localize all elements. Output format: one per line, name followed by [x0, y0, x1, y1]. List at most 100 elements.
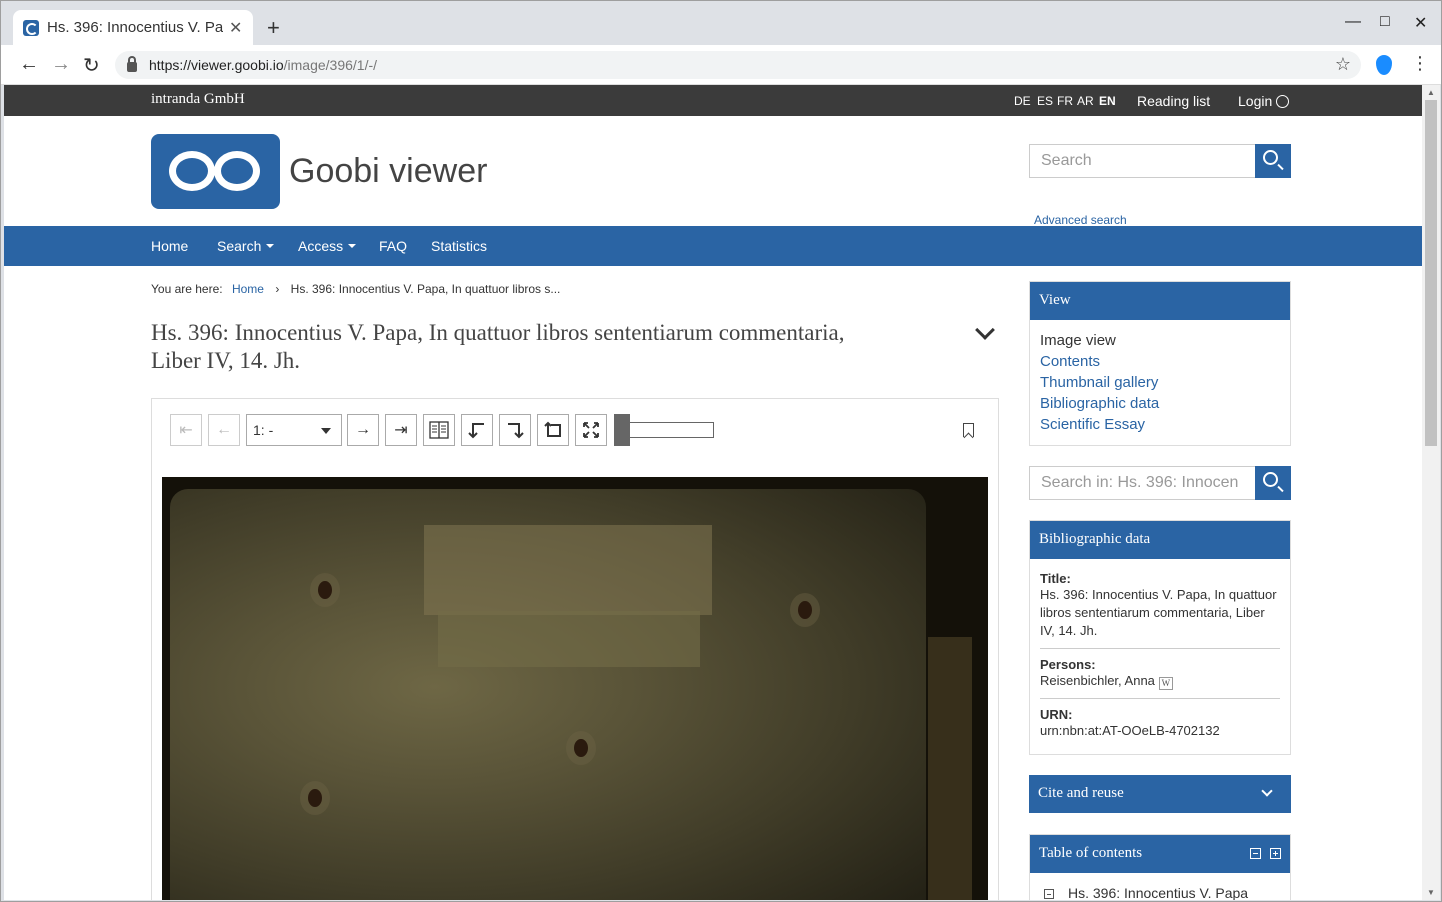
- nav-statistics[interactable]: Statistics: [431, 238, 487, 254]
- extension-icon[interactable]: [1376, 55, 1392, 75]
- cover-label-lower: [438, 611, 700, 667]
- company-name: intranda GmbH: [151, 91, 245, 107]
- first-page-button[interactable]: ⇤: [170, 414, 202, 446]
- forward-icon[interactable]: →: [51, 53, 71, 76]
- bibliographic-widget-heading: Bibliographic data: [1030, 521, 1290, 559]
- bookmark-star-icon[interactable]: ☆: [1335, 54, 1351, 75]
- tab-close-icon[interactable]: ✕: [229, 18, 242, 38]
- next-page-button[interactable]: →: [347, 414, 379, 446]
- image-viewer: ⇤ ← 1: - → ⇥: [151, 398, 999, 900]
- lang-de[interactable]: DE: [1014, 94, 1031, 108]
- nav-faq[interactable]: FAQ: [379, 238, 407, 254]
- chevron-down-icon: [1261, 785, 1273, 797]
- address-bar[interactable]: https://viewer.goobi.io/image/396/1/-/ ☆: [115, 51, 1361, 79]
- maximize-icon[interactable]: □: [1380, 13, 1390, 31]
- login-link[interactable]: Login: [1238, 93, 1290, 109]
- logo-ring-right-icon: [214, 151, 260, 191]
- view-essay-link[interactable]: Scientific Essay: [1040, 414, 1280, 435]
- cover-label-upper: [424, 525, 712, 615]
- new-tab-button[interactable]: +: [267, 15, 280, 41]
- previous-page-button[interactable]: ←: [208, 414, 240, 446]
- breadcrumb-separator: ›: [275, 282, 280, 296]
- lang-en[interactable]: EN: [1099, 94, 1116, 108]
- scroll-down-icon[interactable]: ▼: [1427, 888, 1435, 897]
- main-navigation: Home Search Access FAQ Statistics: [4, 226, 1422, 266]
- search-in-document-input[interactable]: Search in: Hs. 396: Innocen: [1029, 466, 1256, 500]
- nav-home[interactable]: Home: [151, 238, 188, 254]
- divider: [1040, 648, 1280, 649]
- advanced-search-link[interactable]: Advanced search: [1034, 213, 1127, 227]
- nav-search-label: Search: [217, 238, 262, 254]
- cite-widget-title: Cite and reuse: [1038, 785, 1124, 801]
- page-scrollbar[interactable]: ▲ ▼: [1422, 85, 1440, 900]
- expand-all-icon[interactable]: [1270, 848, 1281, 859]
- boss-hole: [318, 581, 332, 599]
- close-window-icon[interactable]: ✕: [1414, 13, 1427, 33]
- lang-es[interactable]: ES: [1037, 94, 1053, 108]
- rotate-right-button[interactable]: [499, 414, 531, 446]
- spine-strip: [928, 637, 972, 900]
- cite-widget[interactable]: Cite and reuse: [1029, 775, 1291, 814]
- collapse-icon[interactable]: [1044, 889, 1054, 899]
- site-header: Goobi viewer Search Advanced search: [4, 116, 1422, 227]
- view-bibliographic-link[interactable]: Bibliographic data: [1040, 393, 1280, 414]
- chevron-down-icon[interactable]: [975, 320, 995, 340]
- wikipedia-icon[interactable]: W: [1158, 677, 1173, 690]
- search-button[interactable]: [1255, 144, 1291, 178]
- reload-icon[interactable]: ↻: [83, 53, 100, 78]
- scroll-up-icon[interactable]: ▲: [1427, 88, 1435, 97]
- rotate-left-button[interactable]: [461, 414, 493, 446]
- toc-widget-title: Table of contents: [1039, 845, 1143, 861]
- double-page-button[interactable]: [423, 414, 455, 446]
- bookmark-icon[interactable]: [963, 423, 974, 437]
- breadcrumb-current: Hs. 396: Innocentius V. Papa, In quattuo…: [290, 282, 561, 296]
- page-select[interactable]: 1: -: [246, 414, 342, 446]
- breadcrumb-prefix: You are here:: [151, 282, 223, 296]
- lang-ar[interactable]: AR: [1077, 94, 1094, 108]
- view-contents-link[interactable]: Contents: [1040, 351, 1280, 372]
- tab-title: Hs. 396: Innocentius V. Pa: [47, 19, 223, 36]
- search-icon: [1263, 150, 1278, 165]
- rotate-left-icon: [468, 423, 484, 439]
- goobi-logo[interactable]: [151, 134, 280, 209]
- nav-access[interactable]: Access: [298, 238, 357, 254]
- tab-strip: Hs. 396: Innocentius V. Pa ✕ + — □ ✕: [1, 1, 1441, 45]
- boss-hole: [798, 601, 812, 619]
- nav-search[interactable]: Search: [217, 238, 275, 254]
- breadcrumb-home[interactable]: Home: [232, 282, 264, 296]
- view-thumbnails-link[interactable]: Thumbnail gallery: [1040, 372, 1280, 393]
- lang-fr[interactable]: FR: [1057, 94, 1073, 108]
- last-page-button[interactable]: ⇥: [385, 414, 417, 446]
- title-label: Title:: [1040, 571, 1071, 586]
- persons-row: Reisenbichler, Anna W: [1040, 672, 1280, 690]
- urn-value: urn:nbn:at:AT-OOeLB-4702132: [1040, 723, 1220, 738]
- reset-rotation-button[interactable]: [537, 414, 569, 446]
- back-icon[interactable]: ←: [19, 53, 39, 76]
- logo-ring-left-icon: [169, 151, 215, 191]
- double-page-icon: [429, 421, 449, 439]
- search-in-document-button[interactable]: [1255, 466, 1291, 500]
- lock-icon: [127, 56, 137, 72]
- divider: [1040, 698, 1280, 699]
- url-path: /image/396/1/-/: [283, 57, 378, 73]
- toc-item[interactable]: Hs. 396: Innocentius V. Papa: [1044, 873, 1290, 900]
- nav-access-label: Access: [298, 238, 344, 254]
- scrollbar-thumb[interactable]: [1425, 100, 1437, 446]
- caret-down-icon: [348, 244, 357, 248]
- site-name[interactable]: Goobi viewer: [289, 152, 487, 191]
- page-select-value: 1: -: [253, 422, 274, 438]
- cite-widget-heading[interactable]: Cite and reuse: [1029, 775, 1291, 813]
- minimize-icon[interactable]: —: [1345, 13, 1361, 31]
- top-bar: intranda GmbH DE ES FR AR EN Reading lis…: [4, 85, 1422, 116]
- browser-tab[interactable]: Hs. 396: Innocentius V. Pa ✕: [13, 10, 253, 45]
- browser-menu-icon[interactable]: ⋮: [1411, 53, 1429, 74]
- toc-widget: Table of contents Hs. 396: Innocentius V…: [1029, 834, 1291, 900]
- persons-value[interactable]: Reisenbichler, Anna: [1040, 673, 1155, 688]
- manuscript-image[interactable]: [162, 477, 988, 900]
- zoom-slider-handle[interactable]: [614, 414, 630, 446]
- collapse-all-icon[interactable]: [1250, 848, 1261, 859]
- reading-list-link[interactable]: Reading list: [1137, 93, 1210, 109]
- search-input[interactable]: Search: [1029, 144, 1256, 178]
- browser-toolbar: ← → ↻ https://viewer.goobi.io/image/396/…: [1, 45, 1441, 85]
- fullscreen-button[interactable]: [575, 414, 607, 446]
